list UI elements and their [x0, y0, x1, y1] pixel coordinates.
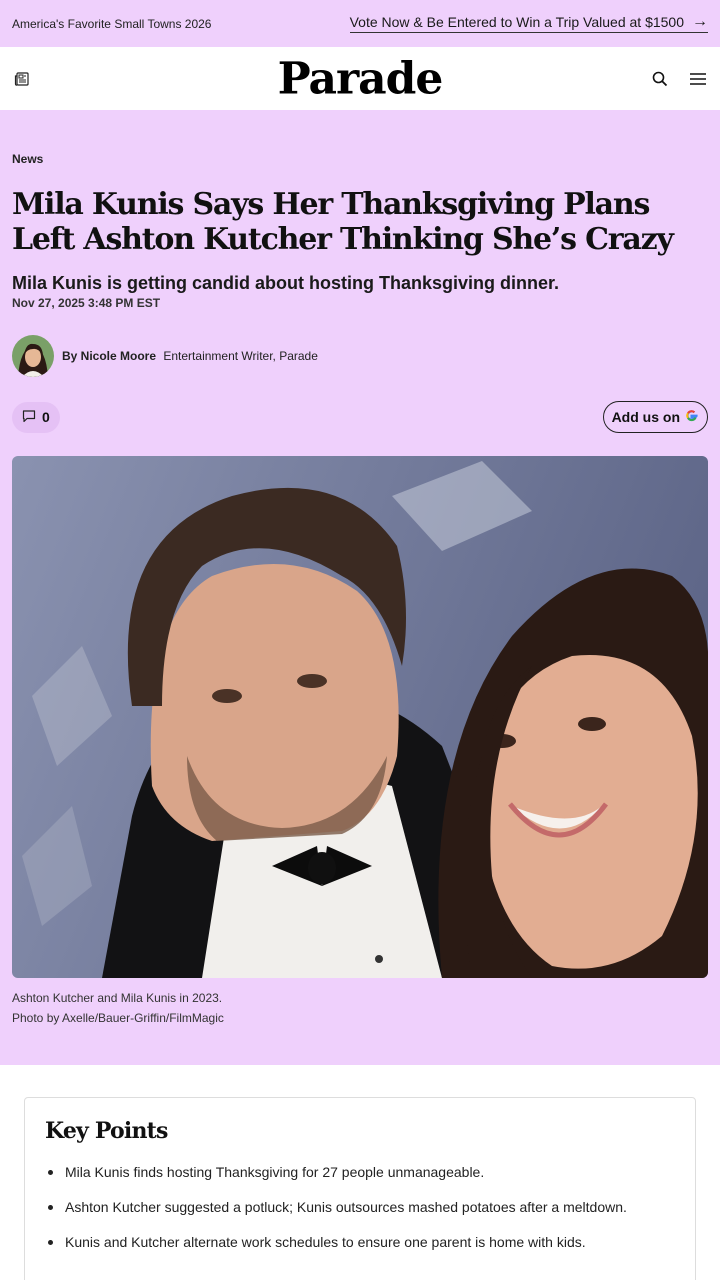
- google-icon: [684, 408, 699, 426]
- article-hero: News Mila Kunis Says Her Thanksgiving Pl…: [0, 110, 720, 1065]
- comment-count: 0: [42, 409, 50, 425]
- site-header: Parade: [0, 47, 720, 110]
- promo-vote-link[interactable]: Vote Now & Be Entered to Win a Trip Valu…: [349, 13, 708, 33]
- key-point-text: Kunis and Kutcher alternate work schedul…: [65, 1234, 586, 1250]
- promo-bar: America's Favorite Small Towns 2026 Vote…: [0, 0, 720, 47]
- article-photo[interactable]: [12, 456, 708, 978]
- byline: By Nicole Moore Entertainment Writer, Pa…: [12, 335, 708, 377]
- key-point-item: Kunis and Kutcher alternate work schedul…: [45, 1234, 675, 1250]
- key-point-item: Ashton Kutcher suggested a potluck; Kuni…: [45, 1199, 675, 1215]
- author-avatar[interactable]: [12, 335, 54, 377]
- key-point-item: Mila Kunis finds hosting Thanksgiving fo…: [45, 1164, 675, 1180]
- key-point-text: Ashton Kutcher suggested a potluck; Kuni…: [65, 1199, 627, 1215]
- key-points-section: Key Points Mila Kunis finds hosting Than…: [0, 1065, 720, 1280]
- author-role: Entertainment Writer, Parade: [163, 349, 318, 363]
- comment-icon: [22, 409, 36, 426]
- add-us-on-google-button[interactable]: Add us on: [602, 401, 708, 433]
- article-category[interactable]: News: [12, 152, 708, 166]
- site-logo[interactable]: Parade: [278, 53, 444, 104]
- key-points-list: Mila Kunis finds hosting Thanksgiving fo…: [45, 1164, 675, 1250]
- search-icon[interactable]: [650, 69, 670, 89]
- author-name[interactable]: By Nicole Moore: [62, 349, 156, 363]
- photo-credit: Photo by Axelle/Bauer-Griffin/FilmMagic: [12, 1011, 224, 1025]
- comments-button[interactable]: 0: [12, 401, 60, 433]
- bullet-icon: [48, 1240, 53, 1245]
- key-points-box: Key Points Mila Kunis finds hosting Than…: [24, 1097, 696, 1280]
- bullet-icon: [48, 1170, 53, 1175]
- article-dek: Mila Kunis is getting candid about hosti…: [12, 273, 560, 293]
- promo-vote-label: Vote Now & Be Entered to Win a Trip Valu…: [349, 14, 684, 30]
- add-us-label: Add us on: [611, 409, 680, 425]
- key-points-title: Key Points: [45, 1118, 168, 1144]
- arrow-right-icon: →: [692, 13, 708, 30]
- bullet-icon: [48, 1205, 53, 1210]
- photo-caption: Ashton Kutcher and Mila Kunis in 2023.: [12, 991, 223, 1005]
- key-point-text: Mila Kunis finds hosting Thanksgiving fo…: [65, 1164, 485, 1180]
- article-headline: Mila Kunis Says Her Thanksgiving Plans L…: [12, 187, 674, 257]
- article-date: Nov 27, 2025 3:48 PM EST: [12, 296, 161, 310]
- menu-icon[interactable]: [688, 69, 708, 89]
- promo-link-small-towns[interactable]: America's Favorite Small Towns 2026: [12, 17, 211, 31]
- newspaper-icon[interactable]: [12, 69, 32, 89]
